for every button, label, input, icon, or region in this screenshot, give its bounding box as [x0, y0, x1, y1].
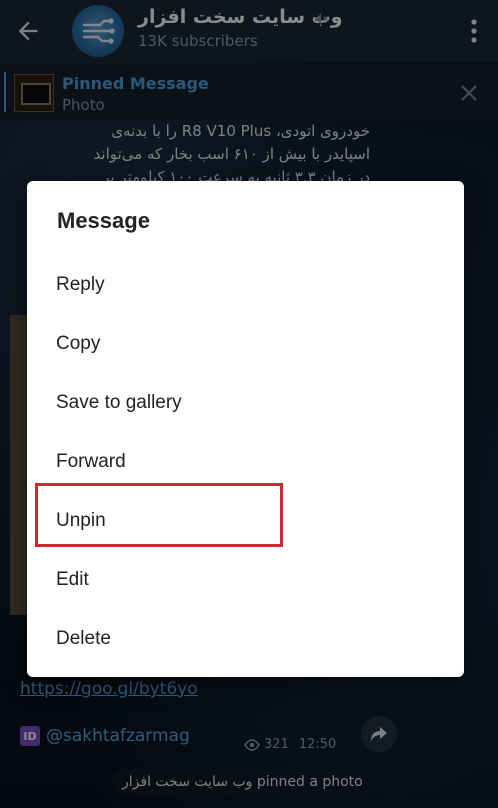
message-options-dialog: Message Reply Copy Save to gallery Forwa… — [27, 181, 464, 677]
menu-item-delete[interactable]: Delete — [27, 609, 464, 668]
menu-item-reply[interactable]: Reply — [27, 255, 464, 314]
dialog-title: Message — [57, 208, 150, 233]
menu-item-save-to-gallery[interactable]: Save to gallery — [27, 373, 464, 432]
unpin-highlight-box — [35, 483, 283, 547]
dialog-menu: Reply Copy Save to gallery Forward Unpin… — [27, 255, 464, 668]
menu-item-edit[interactable]: Edit — [27, 550, 464, 609]
menu-item-copy[interactable]: Copy — [27, 314, 464, 373]
